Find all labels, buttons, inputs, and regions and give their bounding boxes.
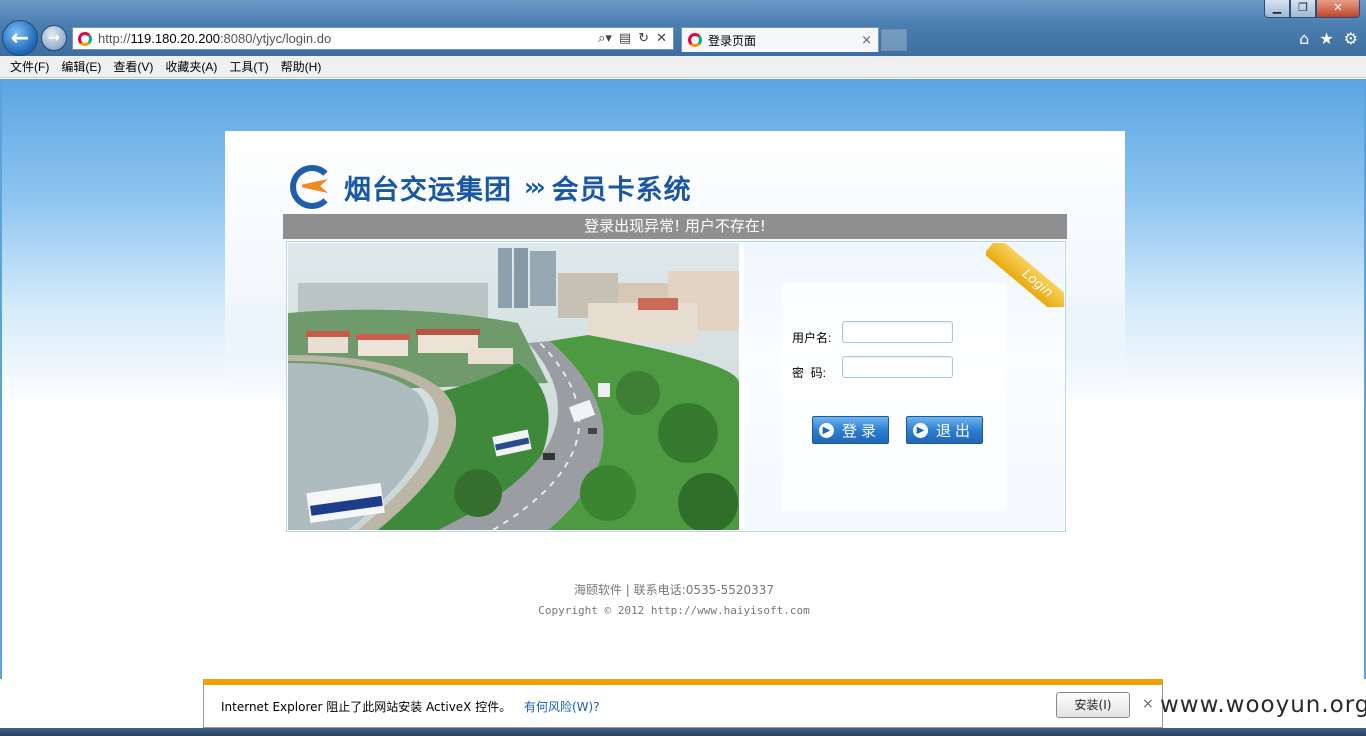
menu-edit[interactable]: 编辑(E) [55,58,107,75]
windows-taskbar [0,728,1366,736]
address-bar-icons: ⌕▾ ▤ ↻ ✕ [598,31,667,46]
brand-arrows: ››› [524,173,546,201]
menu-favorites[interactable]: 收藏夹(A) [159,58,223,75]
menu-file[interactable]: 文件(F) [4,58,55,75]
login-button-label: 登录 [842,421,881,440]
compat-view-icon[interactable]: ▤ [619,31,631,46]
ribbon-label: Login [986,243,1064,307]
url-host: 119.180.20.200 [130,31,220,46]
close-window-button[interactable]: ✕ [1316,0,1360,18]
notification-message: Internet Explorer 阻止了此网站安装 ActiveX 控件。 [221,700,512,714]
menu-bar: 文件(F) 编辑(E) 查看(V) 收藏夹(A) 工具(T) 帮助(H) [0,56,1366,78]
watermark-text: www.wooyun.org [1160,692,1366,718]
tab-title: 登录页面 [708,33,757,48]
favorites-star-icon[interactable]: ★ [1319,29,1333,48]
password-label: 密 码: [792,366,827,380]
address-bar[interactable]: http://119.180.20.200:8080/ytjyc/login.d… [72,27,674,50]
address-url[interactable]: http://119.180.20.200:8080/ytjyc/login.d… [98,31,598,46]
back-arrow-icon: ← [10,25,30,51]
company-logo-icon [290,165,334,209]
window-controls: ▁ ❐ ✕ [1264,0,1360,18]
login-form-inner [782,283,1006,511]
system-name: 会员卡系统 [551,174,692,206]
home-icon[interactable]: ⌂ [1299,29,1309,48]
url-path: :8080/ytjyc/login.do [219,31,332,46]
refresh-icon[interactable]: ↻ [638,31,649,46]
search-icon[interactable]: ⌕▾ [598,31,612,46]
site-favicon-icon [78,31,92,46]
browser-title-bar: ▁ ❐ ✕ ← → http://119.180.20.200:8080/ytj… [0,0,1366,56]
menu-view[interactable]: 查看(V) [107,58,159,75]
minimize-button[interactable]: ▁ [1264,0,1290,18]
arrow-right-circle-icon: ▶ [819,422,834,438]
new-tab-button[interactable] [881,29,907,51]
activex-notification-bar: Internet Explorer 阻止了此网站安装 ActiveX 控件。 有… [203,679,1163,728]
login-ribbon: Login [986,243,1064,307]
error-message-bar: 登录出现异常! 用户不存在! [283,214,1067,239]
browser-right-icons: ⌂ ★ ⚙ [1299,29,1358,48]
exit-button[interactable]: ▶ 退出 [906,416,983,444]
tab-close-icon[interactable]: × [861,33,872,48]
tab-favicon-icon [688,33,702,47]
brand-name: 烟台交运集团 [344,174,512,206]
brand-header: 烟台交运集团 ››› 会员卡系统 [290,165,692,209]
install-button[interactable]: 安装(I) [1056,692,1130,718]
back-button[interactable]: ← [2,20,38,56]
login-button[interactable]: ▶ 登录 [812,416,889,444]
exit-button-label: 退出 [936,421,975,440]
notification-close-icon[interactable]: × [1142,696,1154,712]
tab-login-page[interactable]: 登录页面 × [681,27,879,52]
forward-arrow-icon: → [48,30,60,46]
menu-help[interactable]: 帮助(H) [275,58,328,75]
tools-gear-icon[interactable]: ⚙ [1344,29,1358,48]
username-input[interactable] [842,321,953,343]
arrow-right-circle-icon: ▶ [913,422,928,438]
stop-icon[interactable]: ✕ [656,31,667,46]
forward-button[interactable]: → [41,25,67,51]
username-label: 用户名: [792,331,832,345]
password-input[interactable] [842,356,953,378]
url-prefix: http:// [98,31,131,46]
login-form-box: Login [744,243,1064,530]
footer-copyright: Copyright © 2012 http://www.haiyisoft.co… [538,604,810,617]
maximize-button[interactable]: ❐ [1290,0,1316,18]
footer-contact: 海颐软件 | 联系电话:0535-5520337 [573,583,775,597]
city-road-photo [288,243,739,530]
menu-tools[interactable]: 工具(T) [223,58,274,75]
risk-info-link[interactable]: 有何风险(W)? [524,698,600,715]
